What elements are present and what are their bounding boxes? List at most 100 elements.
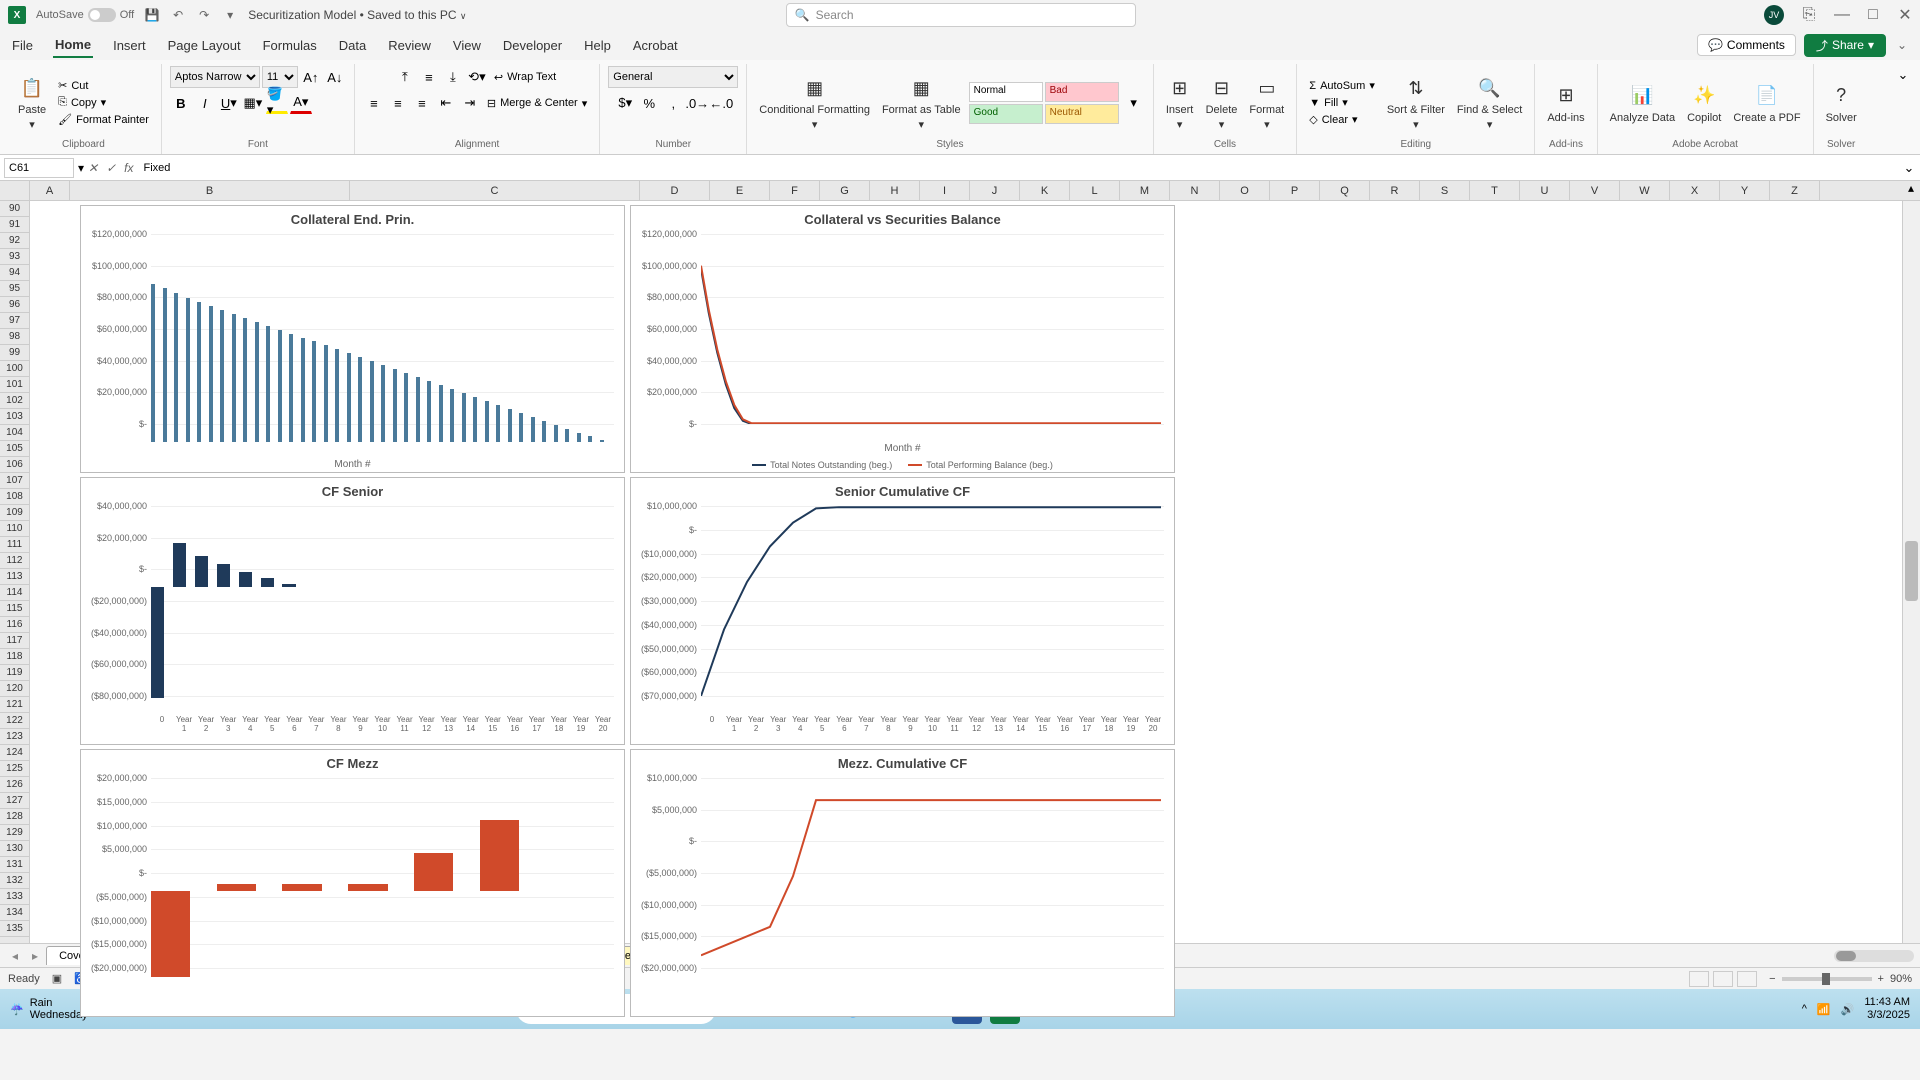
vertical-scrollbar[interactable] [1902,201,1920,943]
tab-home[interactable]: Home [53,33,93,58]
column-header[interactable]: W [1620,181,1670,200]
sort-filter-button[interactable]: ⇅Sort & Filter▾ [1383,72,1449,133]
paste-button[interactable]: 📋Paste▾ [14,72,50,133]
copilot-button[interactable]: ✨Copilot [1683,80,1725,126]
row-header[interactable]: 99 [0,345,29,361]
row-header[interactable]: 115 [0,601,29,617]
number-format-select[interactable]: General [608,66,738,88]
row-header[interactable]: 123 [0,729,29,745]
row-header[interactable]: 113 [0,569,29,585]
create-pdf-button[interactable]: 📄Create a PDF [1729,80,1804,126]
zoom-in-button[interactable]: + [1878,973,1884,985]
column-header[interactable]: X [1670,181,1720,200]
tab-file[interactable]: File [10,34,35,57]
row-header[interactable]: 110 [0,521,29,537]
column-header[interactable]: D [640,181,710,200]
column-header[interactable]: G [820,181,870,200]
expand-formula-bar-icon[interactable]: ⌄ [1898,157,1920,179]
column-header[interactable]: S [1420,181,1470,200]
close-button[interactable]: ✕ [1898,5,1912,25]
column-header[interactable]: H [870,181,920,200]
increase-font-icon[interactable]: A↑ [300,66,322,88]
clock[interactable]: 11:43 AM3/3/2025 [1864,996,1910,1022]
align-right-icon[interactable]: ≡ [411,92,433,114]
tray-chevron-icon[interactable]: ^ [1802,1003,1807,1015]
row-header[interactable]: 91 [0,217,29,233]
page-break-view-button[interactable] [1737,971,1757,987]
align-top-icon[interactable]: ⤒ [394,66,416,88]
row-header[interactable]: 114 [0,585,29,601]
row-header[interactable]: 97 [0,313,29,329]
align-bottom-icon[interactable]: ⤓ [442,66,464,88]
row-header[interactable]: 133 [0,889,29,905]
row-header[interactable]: 118 [0,649,29,665]
align-center-icon[interactable]: ≡ [387,92,409,114]
row-header[interactable]: 116 [0,617,29,633]
cancel-formula-icon[interactable]: ✕ [84,161,102,175]
underline-button[interactable]: U▾ [218,92,240,114]
tab-nav-next-icon[interactable]: ▸ [26,949,44,963]
row-header[interactable]: 93 [0,249,29,265]
chart-collateral-end-prin[interactable]: Collateral End. Prin. $-$20,000,000$40,0… [80,205,625,473]
scroll-thumb[interactable] [1836,951,1856,961]
decrease-indent-icon[interactable]: ⇤ [435,92,457,114]
chart-collateral-vs-securities[interactable]: Collateral vs Securities Balance $-$20,0… [630,205,1175,473]
column-header[interactable]: B [70,181,350,200]
font-name-select[interactable]: Aptos Narrow [170,66,260,88]
row-header[interactable]: 121 [0,697,29,713]
row-header[interactable]: 119 [0,665,29,681]
comma-icon[interactable]: , [662,92,684,114]
select-all-corner[interactable] [0,181,30,200]
network-icon[interactable]: 📶 [1817,1003,1831,1016]
tab-nav-prev-icon[interactable]: ◂ [6,949,24,963]
toggle-icon[interactable] [88,8,116,22]
styles-more-icon[interactable]: ▾ [1123,92,1145,114]
row-header[interactable]: 112 [0,553,29,569]
column-header[interactable]: L [1070,181,1120,200]
column-header[interactable]: Q [1320,181,1370,200]
zoom-level[interactable]: 90% [1890,973,1912,985]
bold-button[interactable]: B [170,92,192,114]
column-header[interactable]: Z [1770,181,1820,200]
ribbon-chevron-down-icon[interactable]: ⌄ [1892,64,1914,86]
font-color-button[interactable]: A▾ [290,92,312,114]
row-header[interactable]: 124 [0,745,29,761]
clear-button[interactable]: ◇Clear▾ [1305,112,1379,127]
row-header[interactable]: 102 [0,393,29,409]
orientation-icon[interactable]: ⟲▾ [466,66,488,88]
redo-icon[interactable]: ↷ [196,7,212,23]
search-box[interactable]: 🔍 Search [786,3,1136,27]
row-header[interactable]: 132 [0,873,29,889]
row-header[interactable]: 128 [0,809,29,825]
qat-more-icon[interactable]: ▾ [222,7,238,23]
row-header[interactable]: 122 [0,713,29,729]
page-layout-view-button[interactable] [1713,971,1733,987]
row-header[interactable]: 106 [0,457,29,473]
fx-icon[interactable]: fx [120,161,137,175]
name-box[interactable] [4,158,74,178]
style-normal[interactable]: Normal [969,82,1043,102]
normal-view-button[interactable] [1689,971,1709,987]
italic-button[interactable]: I [194,92,216,114]
addins-button[interactable]: ⊞Add-ins [1543,80,1588,126]
decrease-font-icon[interactable]: A↓ [324,66,346,88]
tab-data[interactable]: Data [337,34,368,57]
tab-acrobat[interactable]: Acrobat [631,34,680,57]
decrease-decimal-icon[interactable]: ←.0 [710,92,732,114]
format-as-table-button[interactable]: ▦Format as Table▾ [878,72,965,133]
enter-formula-icon[interactable]: ✓ [102,161,120,175]
undo-icon[interactable]: ↶ [170,7,186,23]
worksheet[interactable]: Collateral End. Prin. $-$20,000,000$40,0… [30,201,1902,943]
formula-input[interactable]: Fixed [138,162,1899,174]
row-header[interactable]: 109 [0,505,29,521]
user-avatar[interactable]: JV [1764,5,1784,25]
tab-view[interactable]: View [451,34,483,57]
zoom-slider[interactable] [1782,977,1872,981]
autosave-toggle[interactable]: AutoSave Off [36,8,134,22]
row-header[interactable]: 100 [0,361,29,377]
row-header[interactable]: 120 [0,681,29,697]
document-title[interactable]: Securitization Model • Saved to this PC … [248,8,466,22]
insert-cells-button[interactable]: ⊞Insert▾ [1162,72,1198,133]
column-header[interactable]: R [1370,181,1420,200]
share-button[interactable]: ⤴ Share ▾ [1804,34,1886,57]
